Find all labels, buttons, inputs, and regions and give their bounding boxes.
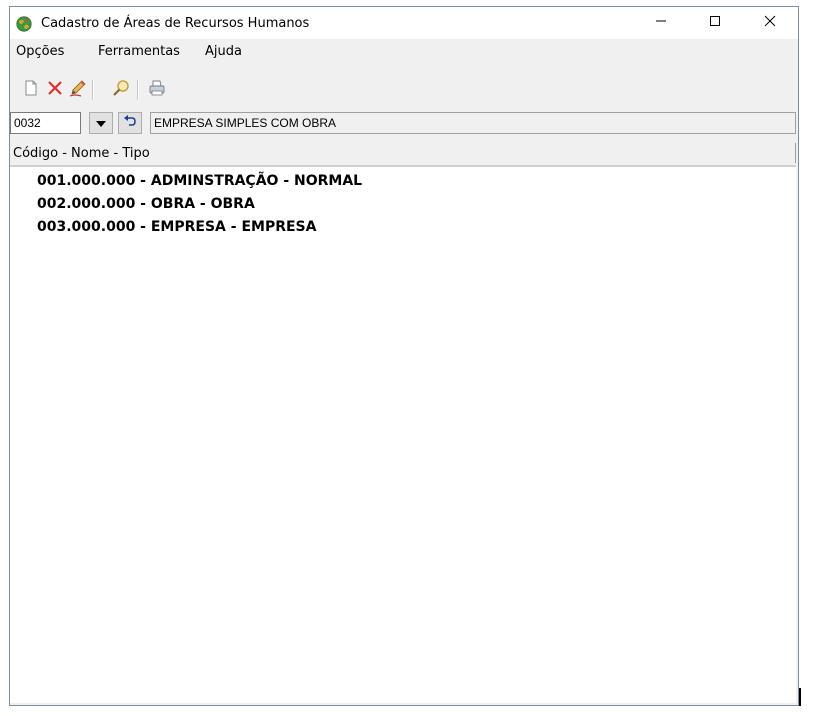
description-field: EMPRESA SIMPLES COM OBRA — [150, 112, 796, 134]
minimize-icon — [655, 15, 667, 31]
edit-button[interactable] — [68, 77, 88, 103]
main-window: Cadastro de Áreas de Recursos Humanos Op… — [9, 6, 799, 706]
list-item[interactable]: 003.000.000 - EMPRESA - EMPRESA — [37, 219, 316, 235]
menu-bar: Opções Ferramentas Ajuda — [10, 39, 798, 63]
delete-button[interactable] — [45, 77, 65, 103]
search-button[interactable] — [111, 77, 131, 103]
print-button[interactable] — [147, 77, 167, 103]
print-icon — [148, 79, 166, 101]
areas-list[interactable]: 001.000.000 - ADMINSTRAÇÃO - NORMAL 002.… — [10, 167, 796, 703]
list-item[interactable]: 002.000.000 - OBRA - OBRA — [37, 196, 255, 212]
window-title: Cadastro de Áreas de Recursos Humanos — [41, 16, 310, 31]
edit-pencil-icon — [69, 79, 87, 101]
search-icon — [112, 79, 130, 101]
menu-ferramentas[interactable]: Ferramentas — [98, 44, 180, 59]
close-button[interactable] — [747, 7, 793, 39]
globe-icon — [16, 16, 32, 32]
dropdown-button[interactable] — [89, 112, 113, 134]
toolbar-separator — [137, 80, 139, 100]
undo-icon — [123, 115, 137, 131]
area-selector: EMPRESA SIMPLES COM OBRA — [10, 110, 796, 134]
toolbar — [10, 77, 798, 103]
code-input[interactable] — [10, 112, 81, 134]
menu-ajuda[interactable]: Ajuda — [205, 44, 242, 59]
maximize-icon — [709, 15, 721, 31]
new-document-icon — [24, 80, 38, 100]
minimize-button[interactable] — [638, 7, 684, 39]
delete-icon — [47, 80, 63, 100]
list-header-label: Código - Nome - Tipo — [13, 146, 150, 161]
header-divider — [795, 143, 796, 163]
close-icon — [764, 15, 776, 31]
title-bar[interactable]: Cadastro de Áreas de Recursos Humanos — [10, 7, 798, 39]
undo-button[interactable] — [118, 112, 142, 134]
resize-corner-mark — [799, 688, 801, 706]
toolbar-separator — [92, 80, 94, 100]
new-button[interactable] — [21, 77, 41, 103]
menu-opcoes[interactable]: Opções — [16, 44, 64, 59]
list-header: Código - Nome - Tipo — [10, 141, 796, 167]
chevron-down-icon — [96, 116, 106, 131]
maximize-button[interactable] — [692, 7, 738, 39]
list-item[interactable]: 001.000.000 - ADMINSTRAÇÃO - NORMAL — [37, 173, 362, 189]
